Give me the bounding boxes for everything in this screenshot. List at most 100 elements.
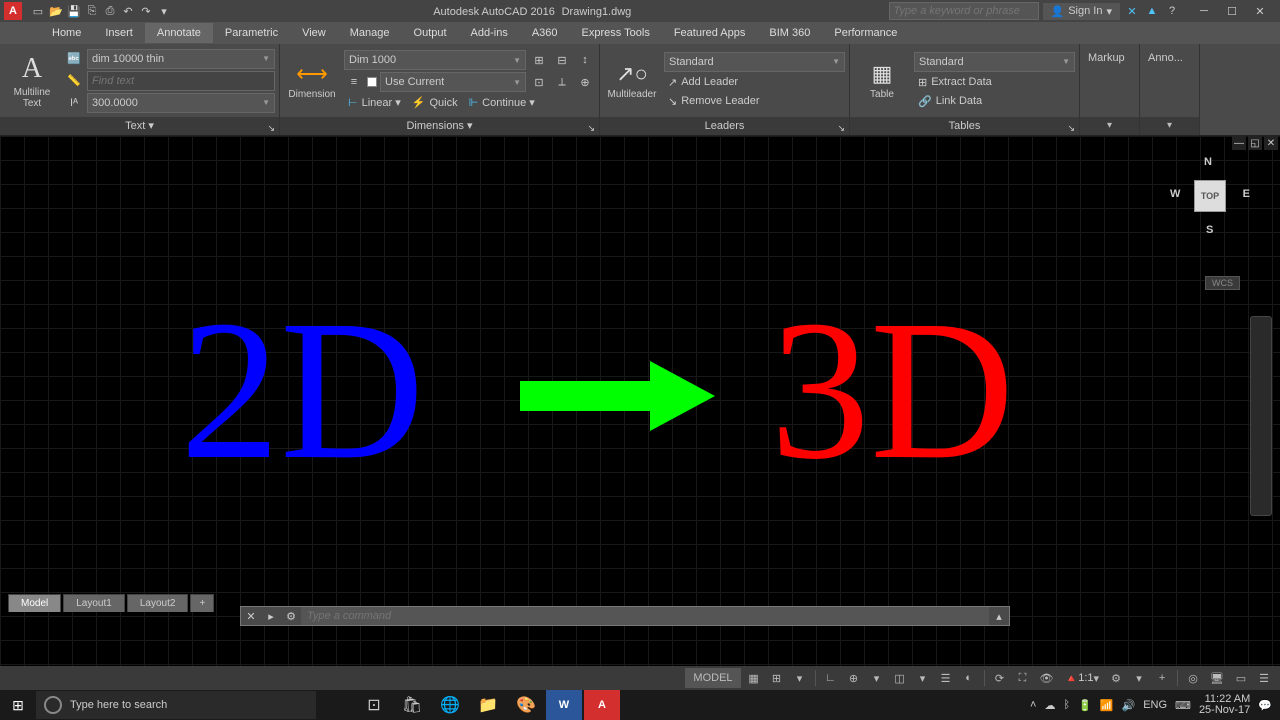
dim-btn3-icon[interactable]: ↕ (575, 50, 595, 70)
use-current-combo[interactable]: Use Current▼ (380, 72, 526, 92)
quick-button[interactable]: ⚡Quick (408, 94, 462, 111)
lineweight-icon[interactable]: ☰ (936, 668, 956, 688)
model-space-button[interactable]: MODEL (685, 668, 740, 688)
polar-icon[interactable]: ⊕ (844, 668, 864, 688)
customize-icon[interactable]: ☰ (1254, 668, 1274, 688)
qat-saveas-icon[interactable]: ⎘ (84, 3, 100, 19)
continue-button[interactable]: ⊩Continue ▾ (465, 94, 539, 111)
cmd-options-icon[interactable]: ⚙ (281, 607, 301, 625)
dim-btn1-icon[interactable]: ⊞ (529, 50, 549, 70)
text-height-combo[interactable]: 300.0000▼ (87, 93, 275, 113)
dim-panel-title[interactable]: Dimensions ▾↘ (280, 117, 599, 135)
menu-output[interactable]: Output (402, 23, 459, 43)
scale-button[interactable]: 🔺 1:1 ▾ (1061, 668, 1104, 688)
cmd-recent-icon[interactable]: ▸ (261, 607, 281, 625)
menu-manage[interactable]: Manage (338, 23, 402, 43)
anno-expand[interactable]: ▾ (1140, 117, 1199, 135)
menu-parametric[interactable]: Parametric (213, 23, 290, 43)
vp-minimize-icon[interactable]: — (1232, 136, 1246, 150)
autodesk-icon[interactable]: ▲ (1144, 3, 1160, 19)
layer-icon[interactable]: ≡ (344, 72, 364, 92)
status-dd1-icon[interactable]: ▾ (790, 668, 810, 688)
ortho-icon[interactable]: ∟ (821, 668, 841, 688)
plus-icon[interactable]: + (1152, 668, 1172, 688)
menu-annotate[interactable]: Annotate (145, 23, 213, 43)
extract-data-button[interactable]: ⊞Extract Data (914, 74, 1075, 91)
use-current-check[interactable] (367, 77, 377, 87)
tray-lang[interactable]: ENG (1143, 699, 1167, 711)
markup-expand[interactable]: ▾ (1080, 117, 1139, 135)
linear-button[interactable]: ⊢Linear ▾ (344, 94, 405, 111)
text-height-icon[interactable]: Iᴬ (64, 93, 84, 113)
vp-close-icon[interactable]: ✕ (1264, 136, 1278, 150)
minimize-button[interactable]: ─ (1196, 5, 1212, 18)
find-icon[interactable]: 📏 (64, 71, 84, 91)
edge-icon[interactable]: 🌐 (432, 690, 468, 720)
tray-volume-icon[interactable]: 🔊 (1122, 699, 1136, 712)
isolate-icon[interactable]: ◎ (1183, 668, 1203, 688)
qat-redo-icon[interactable]: ↷ (138, 3, 154, 19)
tray-keyboard-icon[interactable]: ⌨ (1175, 699, 1191, 712)
tables-panel-title[interactable]: Tables↘ (850, 117, 1079, 135)
navigation-bar[interactable] (1250, 316, 1272, 516)
status-dd3-icon[interactable]: ▾ (913, 668, 933, 688)
command-line[interactable]: ✕ ▸ ⚙ ▴ (240, 606, 1010, 626)
start-button[interactable]: ⊞ (0, 690, 36, 720)
cmd-close-icon[interactable]: ✕ (241, 607, 261, 625)
gear-icon[interactable]: ⚙ (1106, 668, 1126, 688)
status-dd4-icon[interactable]: ▾ (1129, 668, 1149, 688)
osnap-icon[interactable]: ◫ (890, 668, 910, 688)
add-layout-button[interactable]: + (190, 594, 214, 612)
clean-screen-icon[interactable]: ▭ (1231, 668, 1251, 688)
status-dd2-icon[interactable]: ▾ (867, 668, 887, 688)
maximize-button[interactable]: ☐ (1224, 5, 1240, 18)
dim-btn4-icon[interactable]: ⊡ (529, 72, 549, 92)
tray-clock[interactable]: 11:22 AM25-Nov-17 (1199, 694, 1250, 716)
tray-notifications-icon[interactable]: 💬 (1258, 699, 1272, 712)
cycling-icon[interactable]: ⟳ (990, 668, 1010, 688)
menu-add-ins[interactable]: Add-ins (459, 23, 520, 43)
leaders-panel-title[interactable]: Leaders↘ (600, 117, 849, 135)
keyword-search-input[interactable] (889, 2, 1039, 20)
word-icon[interactable]: W (546, 690, 582, 720)
app-logo[interactable]: A (4, 2, 22, 20)
drawing-canvas[interactable]: — ◱ ✕ 2D 3D N S E W TOP WCS ✕ ModelLayou… (0, 136, 1280, 666)
dimension-button[interactable]: ⟷ Dimension (284, 48, 340, 113)
qat-dropdown-icon[interactable]: ▾ (156, 3, 172, 19)
layout-tab-layout2[interactable]: Layout2 (127, 594, 189, 612)
qat-new-icon[interactable]: ▭ (30, 3, 46, 19)
multileader-button[interactable]: ↗○ Multileader (604, 48, 660, 113)
menu-insert[interactable]: Insert (93, 23, 145, 43)
menu-bim-360[interactable]: BIM 360 (757, 23, 822, 43)
remove-leader-button[interactable]: ↘Remove Leader (664, 93, 845, 110)
vp-maximize-icon[interactable]: ◱ (1248, 136, 1262, 150)
layout-tab-model[interactable]: Model (8, 594, 61, 612)
menu-view[interactable]: View (290, 23, 338, 43)
wcs-badge[interactable]: WCS (1205, 276, 1240, 290)
dim-btn6-icon[interactable]: ⊕ (575, 72, 595, 92)
text-panel-title[interactable]: Text ▾↘ (0, 117, 279, 135)
signin-button[interactable]: 👤 Sign In ▾ (1043, 3, 1120, 20)
help-icon[interactable]: ? (1164, 3, 1180, 19)
menu-performance[interactable]: Performance (822, 23, 909, 43)
windows-search[interactable]: Type here to search (36, 691, 316, 719)
text-style-icon[interactable]: 🔤 (64, 49, 84, 69)
menu-featured-apps[interactable]: Featured Apps (662, 23, 758, 43)
find-text-input[interactable] (92, 75, 270, 87)
tray-bluetooth-icon[interactable]: ᛒ (1063, 699, 1070, 711)
table-button[interactable]: ▦ Table (854, 48, 910, 113)
grid-toggle-icon[interactable]: ▦ (744, 668, 764, 688)
qat-open-icon[interactable]: 📂 (48, 3, 64, 19)
app-icon[interactable]: 🎨 (508, 690, 544, 720)
leader-style-combo[interactable]: Standard▼ (664, 52, 845, 72)
dim-btn2-icon[interactable]: ⊟ (552, 50, 572, 70)
qat-print-icon[interactable]: ⎙ (102, 3, 118, 19)
menu-home[interactable]: Home (40, 23, 93, 43)
text-style-combo[interactable]: dim 10000 thin▼ (87, 49, 275, 69)
autocad-taskbar-icon[interactable]: A (584, 690, 620, 720)
qat-save-icon[interactable]: 💾 (66, 3, 82, 19)
command-input[interactable] (301, 610, 989, 622)
explorer-icon[interactable]: 📁 (470, 690, 506, 720)
add-leader-button[interactable]: ↗Add Leader (664, 74, 845, 91)
table-style-combo[interactable]: Standard▼ (914, 52, 1075, 72)
